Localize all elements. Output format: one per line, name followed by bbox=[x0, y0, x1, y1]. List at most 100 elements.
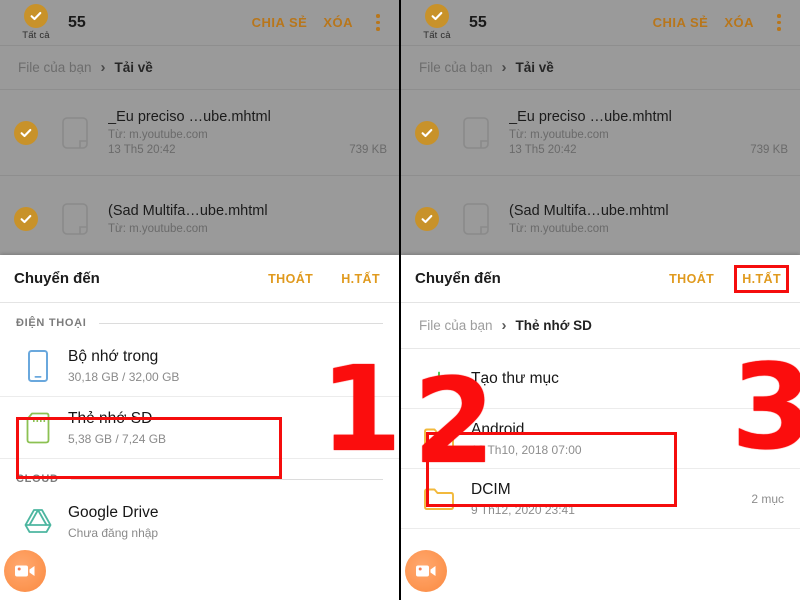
create-folder-text: Tạo thư mục bbox=[461, 370, 784, 388]
file-bottom-line: 13 Th5 20:42 739 KB bbox=[509, 144, 788, 156]
app-bar: Tất cả 55 CHIA SẺ XÓA bbox=[0, 0, 399, 46]
video-camera-icon bbox=[15, 565, 35, 577]
folder-text: Android 10 Th10, 2018 07:00 bbox=[461, 421, 743, 457]
section-rule bbox=[70, 478, 383, 480]
file-row[interactable]: (Sad Multifa…ube.mhtml Từ: m.youtube.com bbox=[0, 176, 399, 262]
done-button[interactable]: H.TẤT bbox=[336, 268, 385, 290]
document-icon bbox=[52, 196, 98, 242]
file-meta: (Sad Multifa…ube.mhtml Từ: m.youtube.com bbox=[505, 203, 788, 235]
share-button[interactable]: CHIA SẺ bbox=[252, 15, 308, 30]
check-circle-icon bbox=[24, 4, 48, 28]
document-icon bbox=[453, 196, 499, 242]
file-checkbox[interactable] bbox=[415, 206, 439, 231]
file-checkbox[interactable] bbox=[14, 206, 38, 231]
breadcrumb-current: Tải về bbox=[114, 60, 153, 75]
check-circle-icon bbox=[425, 4, 449, 28]
left-panel: Tất cả 55 CHIA SẺ XÓA File của bạn › Tải… bbox=[0, 0, 399, 600]
recording-badge bbox=[4, 550, 46, 592]
create-folder-label: Tạo thư mục bbox=[471, 369, 559, 387]
file-date: 13 Th5 20:42 bbox=[509, 144, 577, 156]
file-date: 13 Th5 20:42 bbox=[108, 144, 176, 156]
folder-icon bbox=[417, 486, 461, 512]
kebab-menu-icon[interactable] bbox=[367, 14, 389, 31]
storage-item-internal[interactable]: Bộ nhớ trong 30,18 GB / 32,00 GB bbox=[0, 335, 399, 397]
file-size: 739 KB bbox=[349, 144, 387, 156]
exit-button[interactable]: THOÁT bbox=[664, 268, 719, 290]
select-all-label: Tất cả bbox=[22, 30, 50, 41]
breadcrumb: File của bạn › Tải về bbox=[0, 46, 399, 90]
storage-subtitle: 30,18 GB / 32,00 GB bbox=[68, 369, 180, 384]
file-meta: _Eu preciso …ube.mhtml Từ: m.youtube.com… bbox=[505, 109, 788, 156]
google-drive-icon bbox=[16, 507, 60, 537]
folder-date: 9 Th12, 2020 23:41 bbox=[471, 502, 575, 517]
list-item-partial[interactable] bbox=[0, 553, 399, 600]
video-camera-icon bbox=[416, 565, 436, 577]
file-meta: _Eu preciso …ube.mhtml Từ: m.youtube.com… bbox=[104, 109, 387, 156]
section-rule bbox=[98, 322, 383, 324]
breadcrumb-root[interactable]: File của bạn bbox=[18, 60, 92, 75]
folder-text: DCIM 9 Th12, 2020 23:41 bbox=[461, 481, 743, 517]
file-source: Từ: m.youtube.com bbox=[509, 222, 609, 235]
sd-card-icon bbox=[16, 412, 60, 444]
section-cloud: CLOUD bbox=[0, 459, 399, 491]
breadcrumb-root[interactable]: File của bạn bbox=[419, 60, 493, 75]
folder-row-android[interactable]: Android 10 Th10, 2018 07:00 3 mục bbox=[401, 409, 800, 469]
tutorial-screenshot: Tất cả 55 CHIA SẺ XÓA File của bạn › Tải… bbox=[0, 0, 800, 600]
cloud-item-google-drive[interactable]: Google Drive Chưa đăng nhập bbox=[0, 491, 399, 553]
recording-badge bbox=[405, 550, 447, 592]
chevron-right-icon: › bbox=[501, 317, 507, 334]
sheet-title: Chuyển đến bbox=[415, 270, 501, 287]
selected-count: 55 bbox=[469, 13, 487, 31]
storage-text: Bộ nhớ trong 30,18 GB / 32,00 GB bbox=[60, 348, 179, 384]
right-panel: Tất cả 55 CHIA SẺ XÓA File của bạn › Tải… bbox=[401, 0, 800, 600]
delete-button[interactable]: XÓA bbox=[323, 15, 353, 30]
sheet-header: Chuyển đến THOÁT H.TẤT bbox=[401, 255, 800, 303]
file-name: (Sad Multifa…ube.mhtml bbox=[108, 202, 268, 219]
share-button[interactable]: CHIA SẺ bbox=[653, 15, 709, 30]
folder-row-dcim[interactable]: DCIM 9 Th12, 2020 23:41 2 mục bbox=[401, 469, 800, 529]
file-name: _Eu preciso …ube.mhtml bbox=[108, 109, 271, 125]
cloud-subtitle: Chưa đăng nhập bbox=[68, 526, 159, 540]
file-row[interactable]: _Eu preciso …ube.mhtml Từ: m.youtube.com… bbox=[401, 90, 800, 176]
storage-text: Thẻ nhớ SD 5,38 GB / 7,24 GB bbox=[60, 410, 166, 446]
storage-title: Bộ nhớ trong bbox=[68, 347, 159, 365]
kebab-menu-icon[interactable] bbox=[768, 14, 790, 31]
section-phone: ĐIỆN THOẠI bbox=[0, 303, 399, 335]
file-name: (Sad Multifa…ube.mhtml bbox=[509, 202, 669, 219]
select-all-button[interactable]: Tất cả bbox=[10, 4, 62, 41]
document-icon bbox=[453, 110, 499, 156]
section-label: CLOUD bbox=[16, 473, 59, 485]
exit-button[interactable]: THOÁT bbox=[263, 268, 318, 290]
move-to-bottom-sheet: Chuyển đến THOÁT H.TẤT File của bạn › Th… bbox=[401, 255, 800, 600]
done-button[interactable]: H.TẤT bbox=[734, 264, 789, 293]
delete-button[interactable]: XÓA bbox=[724, 15, 754, 30]
create-folder-button[interactable]: Tạo thư mục bbox=[401, 349, 800, 409]
sheet-breadcrumb: File của bạn › Thẻ nhớ SD bbox=[401, 303, 800, 349]
sheet-title: Chuyển đến bbox=[14, 270, 100, 287]
file-row[interactable]: _Eu preciso …ube.mhtml Từ: m.youtube.com… bbox=[0, 90, 399, 176]
file-bottom-line: 13 Th5 20:42 739 KB bbox=[108, 144, 387, 156]
move-to-bottom-sheet: Chuyển đến THOÁT H.TẤT ĐIỆN THOẠI Bộ nhớ… bbox=[0, 255, 399, 600]
file-checkbox[interactable] bbox=[415, 120, 439, 145]
select-all-label: Tất cả bbox=[423, 30, 451, 41]
cloud-title: Google Drive bbox=[68, 504, 159, 521]
sheet-breadcrumb-root[interactable]: File của bạn bbox=[419, 318, 493, 333]
select-all-button[interactable]: Tất cả bbox=[411, 4, 463, 41]
file-name: _Eu preciso …ube.mhtml bbox=[509, 109, 672, 125]
chevron-right-icon: › bbox=[100, 59, 106, 76]
file-checkbox[interactable] bbox=[14, 120, 38, 145]
file-size: 739 KB bbox=[750, 144, 788, 156]
folder-name: DCIM bbox=[471, 480, 511, 498]
breadcrumb: File của bạn › Tải về bbox=[401, 46, 800, 90]
selected-count: 55 bbox=[68, 13, 86, 31]
app-bar: Tất cả 55 CHIA SẺ XÓA bbox=[401, 0, 800, 46]
sheet-header: Chuyển đến THOÁT H.TẤT bbox=[0, 255, 399, 303]
section-label: ĐIỆN THOẠI bbox=[16, 317, 87, 329]
file-meta: (Sad Multifa…ube.mhtml Từ: m.youtube.com bbox=[104, 203, 387, 235]
folder-item-count: 2 mục bbox=[751, 491, 784, 506]
breadcrumb-current: Tải về bbox=[515, 60, 554, 75]
file-row[interactable]: (Sad Multifa…ube.mhtml Từ: m.youtube.com bbox=[401, 176, 800, 262]
document-icon bbox=[52, 110, 98, 156]
storage-item-sd-card[interactable]: Thẻ nhớ SD 5,38 GB / 7,24 GB bbox=[0, 397, 399, 459]
storage-title: Thẻ nhớ SD bbox=[68, 409, 153, 427]
